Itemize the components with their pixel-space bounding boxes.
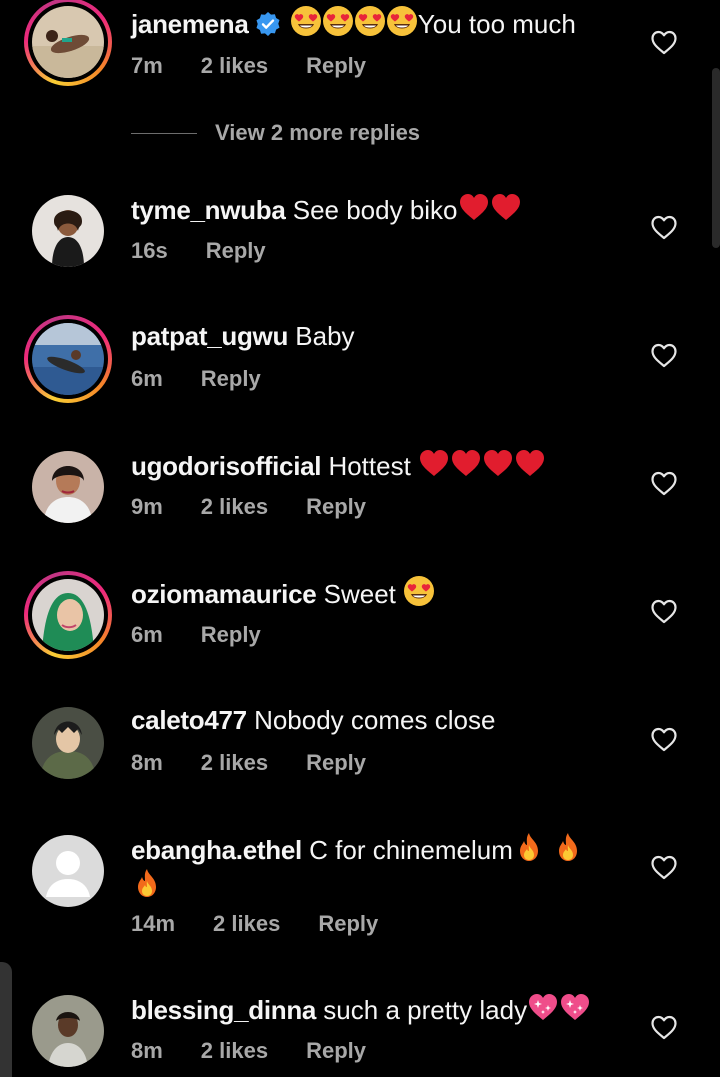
comment-text: C for chinemelum [309, 835, 513, 865]
like-heart-icon[interactable] [650, 470, 678, 496]
likes-count[interactable]: 2 likes [213, 911, 280, 936]
red-heart-icon [418, 447, 450, 479]
avatar-image [32, 579, 104, 651]
username[interactable]: blessing_dinna [131, 995, 316, 1025]
comment-line: patpat_ugwu Baby [131, 319, 355, 353]
comment-line: ebangha.ethel C for chinemelum [131, 831, 611, 903]
divider-line [131, 133, 197, 134]
avatar-image [32, 323, 104, 395]
comment-time: 6m [131, 366, 163, 391]
likes-count[interactable]: 2 likes [201, 53, 268, 78]
like-heart-icon[interactable] [650, 726, 678, 752]
comment-line: oziomamaurice Sweet [131, 575, 435, 611]
comment-meta: 14m 2 likes Reply [131, 910, 416, 938]
verified-badge-icon [255, 11, 281, 37]
reply-button[interactable]: Reply [201, 366, 261, 391]
red-heart-icon [458, 191, 490, 223]
reply-button[interactable]: Reply [306, 494, 366, 519]
comment-meta: 9m 2 likes Reply [131, 493, 404, 521]
red-heart-icon [482, 447, 514, 479]
comment-line: blessing_dinna such a pretty lady [131, 991, 591, 1027]
avatar-caleto477[interactable] [24, 699, 112, 787]
avatar-janemena[interactable] [24, 0, 112, 86]
red-heart-icon [514, 447, 546, 479]
avatar-patpat_ugwu[interactable] [24, 315, 112, 403]
username[interactable]: patpat_ugwu [131, 321, 288, 351]
username[interactable]: ugodorisofficial [131, 451, 322, 481]
like-heart-icon[interactable] [650, 598, 678, 624]
side-handle[interactable] [0, 962, 12, 1077]
red-heart-icon [490, 191, 522, 223]
scrollbar[interactable] [712, 68, 720, 248]
reply-button[interactable]: Reply [306, 750, 366, 775]
comment-line: ugodorisofficial Hottest [131, 447, 546, 483]
avatar-ebangha-ethel[interactable] [24, 827, 112, 915]
comment-time: 8m [131, 1038, 163, 1063]
heart-eyes-icon [322, 5, 354, 37]
likes-count[interactable]: 2 likes [201, 750, 268, 775]
fire-icon [513, 831, 545, 863]
reply-button[interactable]: Reply [206, 238, 266, 263]
username[interactable]: caleto477 [131, 705, 247, 735]
comment-text: Hottest [328, 451, 411, 481]
likes-count[interactable]: 2 likes [201, 494, 268, 519]
sparkling-heart-icon [527, 991, 559, 1023]
comment-time: 16s [131, 238, 168, 263]
like-heart-icon[interactable] [650, 1014, 678, 1040]
username[interactable]: janemena [131, 9, 249, 39]
comment-text: Nobody comes close [254, 705, 496, 735]
username[interactable]: ebangha.ethel [131, 835, 302, 865]
avatar-tyme_nwuba[interactable] [24, 187, 112, 275]
comment-meta: 8m 2 likes Reply [131, 749, 404, 777]
heart-eyes-icon [386, 5, 418, 37]
comment-text: Baby [295, 321, 355, 351]
comment-meta: 16s Reply [131, 237, 304, 265]
comment-line: janemena You too much [131, 5, 576, 41]
sparkling-heart-icon [559, 991, 591, 1023]
comment-text: See body biko [292, 195, 458, 225]
username[interactable]: oziomamaurice [131, 579, 317, 609]
comment-meta: 7m 2 likes Reply [131, 52, 404, 80]
comment-time: 7m [131, 53, 163, 78]
comment-text: You too much [417, 9, 576, 39]
comment-line: caleto477 Nobody comes close [131, 703, 495, 737]
avatar-oziomamaurice[interactable] [24, 571, 112, 659]
username[interactable]: tyme_nwuba [131, 195, 286, 225]
avatar-image [32, 6, 104, 78]
comment-text: such a pretty lady [323, 995, 528, 1025]
fire-icon [552, 831, 584, 863]
reply-button[interactable]: Reply [306, 53, 366, 78]
avatar-ugodorisofficial[interactable] [24, 443, 112, 531]
avatar-blessing_dinna[interactable] [24, 987, 112, 1075]
fire-icon [131, 867, 163, 899]
comment-text: Sweet [323, 579, 396, 609]
comment-time: 8m [131, 750, 163, 775]
comment-meta: 6m Reply [131, 365, 299, 393]
heart-eyes-icon [354, 5, 386, 37]
reply-button[interactable]: Reply [306, 1038, 366, 1063]
comment-meta: 8m 2 likes Reply [131, 1037, 404, 1065]
like-heart-icon[interactable] [650, 342, 678, 368]
comment-time: 6m [131, 622, 163, 647]
view-more-replies-label[interactable]: View 2 more replies [215, 120, 420, 146]
heart-eyes-icon [403, 575, 435, 607]
likes-count[interactable]: 2 likes [201, 1038, 268, 1063]
like-heart-icon[interactable] [650, 29, 678, 55]
avatar-image [32, 707, 104, 779]
heart-eyes-icon [290, 5, 322, 37]
avatar-image [32, 195, 104, 267]
red-heart-icon [450, 447, 482, 479]
reply-button[interactable]: Reply [201, 622, 261, 647]
comment-line: tyme_nwuba See body biko [131, 191, 522, 227]
comment-meta: 6m Reply [131, 621, 299, 649]
reply-button[interactable]: Reply [318, 911, 378, 936]
default-avatar-icon [32, 835, 104, 907]
avatar-image [32, 451, 104, 523]
comment-time: 14m [131, 911, 176, 936]
like-heart-icon[interactable] [650, 214, 678, 240]
like-heart-icon[interactable] [650, 854, 678, 880]
avatar-image [32, 995, 104, 1067]
comment-time: 9m [131, 494, 163, 519]
